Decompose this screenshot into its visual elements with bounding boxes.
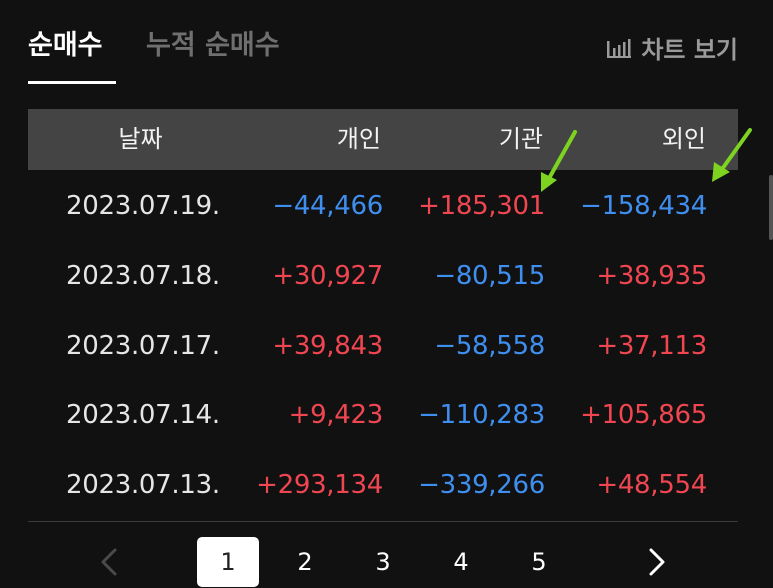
investor-net-buying-panel: 순매수 누적 순매수 차트 보기 날짜 개인 기관 외인 2023.07.19.… <box>0 0 773 588</box>
view-chart-button[interactable]: 차트 보기 <box>605 30 738 65</box>
view-chart-label: 차트 보기 <box>641 36 738 64</box>
table-row: 2023.07.13. +293,134 −339,266 +48,554 <box>28 450 738 520</box>
row-date: 2023.07.14. <box>66 400 220 430</box>
pagination-page-3[interactable]: 3 <box>368 537 398 587</box>
table-row: 2023.07.17. +39,843 −58,558 +37,113 <box>28 311 738 381</box>
row-foreign: −158,434 <box>580 191 707 221</box>
row-date: 2023.07.13. <box>66 470 220 500</box>
tab-cumulative-net-buying[interactable]: 누적 순매수 <box>146 28 280 64</box>
pagination-page-5[interactable]: 5 <box>524 537 554 587</box>
row-individual: −44,466 <box>272 191 383 221</box>
table-row: 2023.07.18. +30,927 −80,515 +38,935 <box>28 241 738 311</box>
row-institution: −110,283 <box>418 400 545 430</box>
header-individual: 개인 <box>336 125 381 153</box>
pagination-page-1[interactable]: 1 <box>197 537 259 587</box>
row-institution: −339,266 <box>418 470 545 500</box>
pagination-next-button[interactable] <box>642 537 672 587</box>
table-header: 날짜 개인 기관 외인 <box>28 109 738 170</box>
header-foreign: 외인 <box>661 125 706 153</box>
row-foreign: +38,935 <box>596 261 707 291</box>
row-date: 2023.07.19. <box>66 191 220 221</box>
row-institution: +185,301 <box>418 191 545 221</box>
table-row: 2023.07.14. +9,423 −110,283 +105,865 <box>28 380 738 450</box>
row-institution: −80,515 <box>434 261 545 291</box>
tab-net-buying[interactable]: 순매수 <box>28 28 103 64</box>
row-date: 2023.07.17. <box>66 331 220 361</box>
row-date: 2023.07.18. <box>66 261 220 291</box>
row-foreign: +37,113 <box>596 331 707 361</box>
active-tab-indicator <box>28 81 116 84</box>
scrollbar[interactable] <box>769 175 773 240</box>
row-individual: +293,134 <box>256 470 383 500</box>
pagination-page-4[interactable]: 4 <box>446 537 476 587</box>
header-date: 날짜 <box>118 125 163 153</box>
table-row: 2023.07.19. −44,466 +185,301 −158,434 <box>28 171 738 241</box>
bar-chart-icon <box>607 38 632 58</box>
table-divider <box>28 521 738 522</box>
pagination-page-2[interactable]: 2 <box>290 537 320 587</box>
annotation-arrow-icon <box>541 130 577 192</box>
chevron-left-icon <box>101 548 117 576</box>
pagination-prev-button[interactable] <box>95 537 125 587</box>
row-foreign: +105,865 <box>580 400 707 430</box>
row-individual: +30,927 <box>272 261 383 291</box>
row-institution: −58,558 <box>434 331 545 361</box>
annotation-arrow-icon <box>712 128 752 182</box>
chevron-right-icon <box>649 548 665 576</box>
row-individual: +9,423 <box>288 400 384 430</box>
row-individual: +39,843 <box>272 331 383 361</box>
row-foreign: +48,554 <box>596 470 707 500</box>
